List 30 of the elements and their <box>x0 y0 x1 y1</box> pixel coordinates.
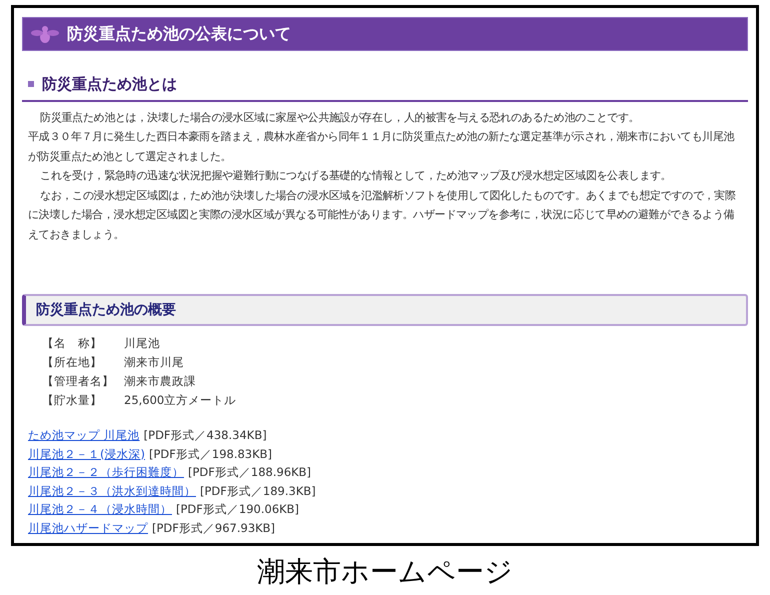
body-paragraph: なお，この浸水想定区域図は，ため池が決壊した場合の浸水区域を氾濫解析ソフトを使用して図化したものです。あくまでも想定ですので，実際に決壊した場合，浸水想定区域図と実際の浸水区域が異なる可能性があります。ハザードマップを参考に，状況に応じて早めの避難ができるよう備えておきましょう。 <box>28 188 737 242</box>
body-paragraph: 防災重点ため池とは，決壊した場合の浸水区域に家屋や公共施設が存在し，人的被害を与える恐れのあるため池のことです。 <box>39 110 640 126</box>
file-info: [PDF形式／967.93KB] <box>152 520 276 536</box>
detail-label: 【貯水量】 <box>42 392 103 409</box>
bullet-icon <box>28 81 34 88</box>
section-heading: 防災重点ため池の概要 <box>36 300 176 320</box>
file-link[interactable]: 川尾池２－３（洪水到達時間） <box>28 482 196 500</box>
file-link[interactable]: 川尾池ハザードマップ <box>28 518 148 537</box>
detail-value: 25,600立方メートル <box>124 392 236 409</box>
file-info: [PDF形式／190.06KB] <box>176 501 300 518</box>
flower-icon <box>31 24 59 44</box>
detail-label: 【管理者名】 <box>42 373 115 390</box>
page-title: 防災重点ため池の公表について <box>67 23 291 45</box>
detail-label: 【所在地】 <box>42 354 103 371</box>
detail-label: 【名 称】 <box>42 335 103 352</box>
detail-value: 潮来市川尾 <box>124 354 184 371</box>
detail-value: 川尾池 <box>124 335 160 352</box>
file-link[interactable]: ため池マップ 川尾池 <box>28 426 140 444</box>
file-info: [PDF形式／198.83KB] <box>148 446 272 462</box>
file-info: [PDF形式／438.34KB] <box>144 427 267 444</box>
body-paragraph: 平成３０年７月に発生した西日本豪雨を踏まえ，農林水産省から同年１１月に防災重点ため池の新たな選定基準が示され，潮来市においても川尾池が防災重点ため池として選定されました。 <box>28 129 736 164</box>
file-link[interactable]: 川尾池２－２（歩行困難度） <box>28 463 184 482</box>
file-link[interactable]: 川尾池２－１(浸水深) <box>28 444 145 463</box>
body-paragraph: これを受け，緊急時の迅速な状況把握や避難行動につなげる基礎的な情報として，ため池マップ及び浸水想定区域図を公表します。 <box>39 168 672 184</box>
section-heading: 防災重点ため池とは <box>42 74 177 95</box>
file-info: [PDF形式／188.96KB] <box>188 464 312 481</box>
file-info: [PDF形式／189.3KB] <box>200 482 316 500</box>
file-link[interactable]: 川尾池２－４（浸水時間） <box>28 500 172 518</box>
detail-value: 潮来市農政課 <box>124 373 196 390</box>
caption: 潮来市ホームページ <box>257 554 513 590</box>
